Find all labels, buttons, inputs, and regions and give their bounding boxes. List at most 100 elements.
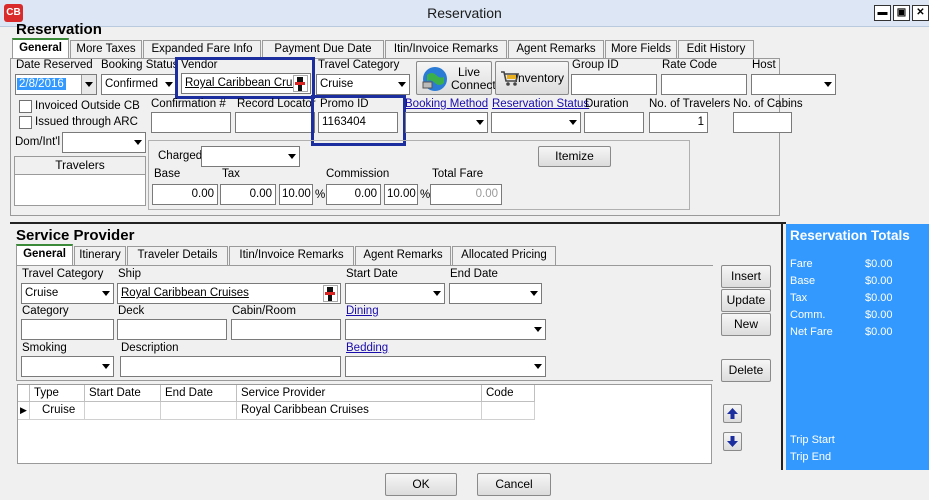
commission-input[interactable]: 0.00 (326, 184, 381, 205)
reservation-totals-panel: Reservation Totals Fare $0.00 Base $0.00… (786, 224, 929, 470)
date-reserved-picker[interactable]: 2/8/2016 (15, 74, 97, 95)
booking-method-select[interactable] (405, 112, 488, 133)
host-select[interactable] (751, 74, 836, 95)
insert-button[interactable]: Insert (721, 265, 771, 288)
sp-tab-itin-invoice-remarks[interactable]: Itin/Invoice Remarks (229, 246, 354, 265)
description-label: Description (121, 342, 179, 354)
start-date-label: Start Date (346, 268, 398, 280)
globe-icon (422, 67, 447, 91)
maximize-button[interactable]: ▣ (893, 5, 910, 21)
record-locator-input[interactable] (235, 112, 315, 133)
tab-agent-remarks[interactable]: Agent Remarks (508, 40, 604, 59)
dining-link[interactable]: Dining (346, 305, 379, 317)
cell-service-provider[interactable]: Royal Caribbean Cruises (237, 402, 482, 420)
cancel-button[interactable]: Cancel (477, 473, 551, 496)
ship-lookup-icon[interactable] (323, 285, 338, 302)
bedding-link[interactable]: Bedding (346, 342, 388, 354)
commission-percent-value: 10.00 (387, 188, 416, 200)
description-input[interactable] (120, 356, 341, 377)
delete-button[interactable]: Delete (721, 359, 771, 382)
reservation-status-select[interactable] (491, 112, 581, 133)
smoking-select[interactable] (21, 356, 114, 377)
inventory-label: Inventory (514, 71, 564, 85)
cell-end-date[interactable] (161, 402, 237, 420)
tab-more-taxes[interactable]: More Taxes (70, 40, 142, 59)
num-travelers-input[interactable]: 1 (649, 112, 708, 133)
charged-select[interactable] (201, 146, 300, 167)
issued-arc-checkbox[interactable] (19, 116, 32, 129)
cell-start-date[interactable] (85, 402, 161, 420)
sp-tab-general[interactable]: General (16, 244, 73, 265)
move-up-button[interactable] (723, 404, 742, 423)
booking-method-link[interactable]: Booking Method (405, 98, 488, 110)
row-pointer-icon: ▶ (18, 402, 30, 420)
col-service-provider[interactable]: Service Provider (237, 385, 482, 402)
travelers-list[interactable]: Travelers (14, 156, 146, 206)
cell-type[interactable]: Cruise (30, 402, 85, 420)
live-connect-button[interactable]: Live Connect (416, 61, 496, 95)
dom-intl-select[interactable] (62, 132, 146, 153)
start-date-picker[interactable] (345, 283, 445, 304)
col-code[interactable]: Code (482, 385, 535, 402)
tax-input[interactable]: 0.00 (220, 184, 276, 205)
ok-button[interactable]: OK (385, 473, 457, 496)
duration-input[interactable] (584, 112, 644, 133)
inventory-button[interactable]: Inventory (495, 61, 569, 95)
move-down-button[interactable] (723, 432, 742, 451)
ship-label: Ship (118, 268, 142, 280)
base-input[interactable]: 0.00 (152, 184, 218, 205)
confirmation-label: Confirmation # (151, 98, 226, 110)
col-start-date[interactable]: Start Date (85, 385, 161, 402)
col-end-date[interactable]: End Date (161, 385, 237, 402)
confirmation-input[interactable] (151, 112, 231, 133)
category-input[interactable] (21, 319, 114, 340)
sp-tab-allocated-pricing[interactable]: Allocated Pricing (452, 246, 556, 265)
itemize-button[interactable]: Itemize (538, 146, 611, 167)
base-label: Base (154, 168, 181, 180)
sp-tab-agent-remarks[interactable]: Agent Remarks (355, 246, 451, 265)
sp-tab-traveler-details[interactable]: Traveler Details (127, 246, 228, 265)
rate-code-input[interactable] (661, 74, 747, 95)
category-label: Category (22, 305, 69, 317)
cabin-input[interactable] (231, 319, 341, 340)
bedding-select[interactable] (345, 356, 546, 377)
sp-tab-itinerary[interactable]: Itinerary (74, 246, 126, 265)
invoiced-outside-checkbox[interactable] (19, 100, 32, 113)
travelers-header[interactable]: Travelers (15, 157, 145, 175)
end-date-picker[interactable] (449, 283, 542, 304)
sp-travel-category-select[interactable]: Cruise (21, 283, 114, 304)
totals-net-fare-value: $0.00 (865, 326, 893, 338)
update-button[interactable]: Update (721, 289, 771, 312)
group-id-input[interactable] (571, 74, 657, 95)
tax-percent-input[interactable]: 10.00 (279, 184, 313, 205)
minimize-button[interactable]: ▬ (874, 5, 891, 21)
num-cabins-input[interactable] (733, 112, 792, 133)
travel-category-select[interactable]: Cruise (316, 74, 410, 95)
window-title: Reservation (427, 5, 502, 21)
commission-value: 0.00 (354, 188, 377, 200)
tab-edit-history[interactable]: Edit History (678, 40, 754, 59)
tab-general[interactable]: General (12, 38, 69, 59)
cell-code[interactable] (482, 402, 535, 420)
tab-itin-invoice-remarks[interactable]: Itin/Invoice Remarks (385, 40, 507, 59)
new-button[interactable]: New (721, 313, 771, 336)
booking-status-select[interactable]: Confirmed (101, 74, 177, 95)
cabin-label: Cabin/Room (232, 305, 296, 317)
tab-more-fields[interactable]: More Fields (605, 40, 677, 59)
section-divider (10, 222, 786, 224)
arrow-down-icon (727, 436, 738, 447)
ship-field[interactable]: Royal Caribbean Cruises (117, 283, 341, 304)
commission-percent-input[interactable]: 10.00 (384, 184, 418, 205)
reservation-status-link[interactable]: Reservation Status (492, 98, 589, 110)
deck-input[interactable] (117, 319, 227, 340)
issued-arc-label: Issued through ARC (35, 116, 138, 128)
close-button[interactable]: ✕ (912, 5, 929, 21)
trip-start-label: Trip Start (790, 434, 835, 446)
date-dropdown-button[interactable] (81, 75, 96, 94)
booking-status-label: Booking Status (101, 59, 179, 71)
col-type[interactable]: Type (30, 385, 85, 402)
reservation-section-title: Reservation (16, 21, 102, 38)
service-provider-grid[interactable]: Type Start Date End Date Service Provide… (17, 384, 712, 464)
dining-select[interactable] (345, 319, 546, 340)
commission-percent-sign: % (420, 189, 431, 201)
